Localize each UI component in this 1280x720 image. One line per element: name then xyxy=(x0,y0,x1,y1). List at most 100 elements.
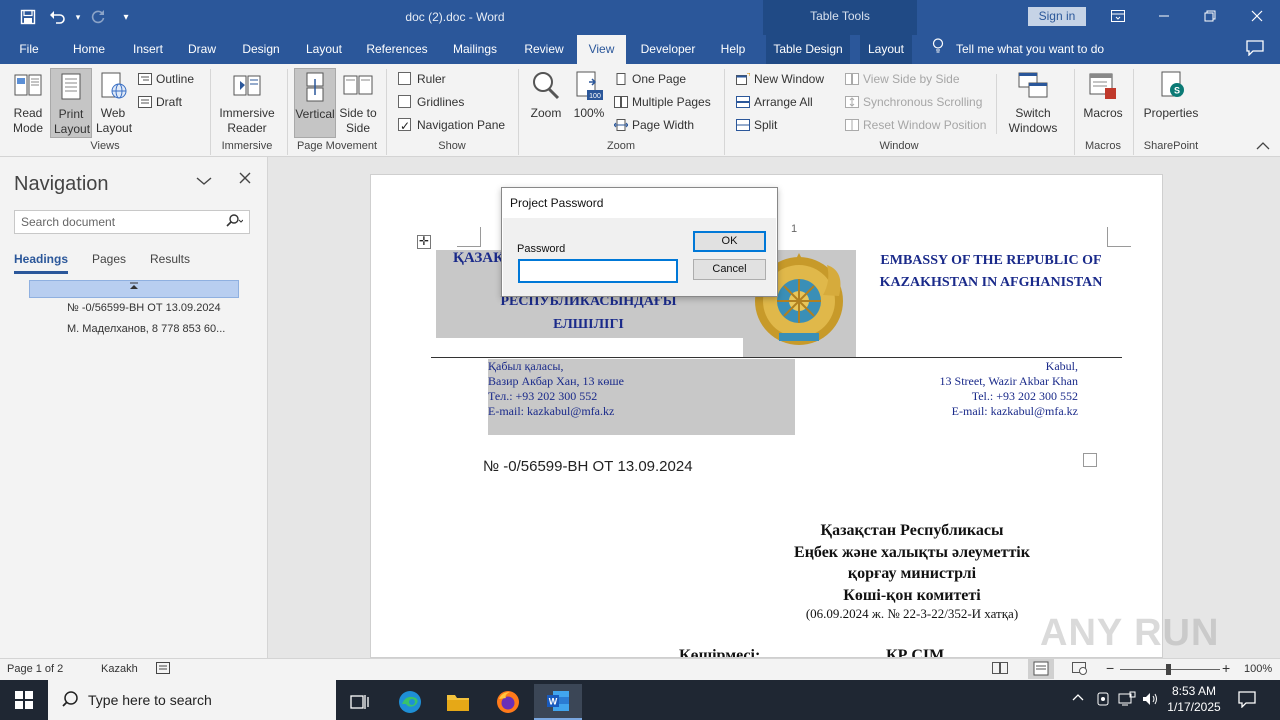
table-resize-handle-icon[interactable] xyxy=(1083,453,1097,467)
tab-table-layout[interactable]: Layout xyxy=(860,35,912,64)
vertical-button[interactable]: Vertical xyxy=(294,68,336,138)
redo-icon[interactable] xyxy=(86,6,110,28)
ruler-checkbox[interactable]: Ruler xyxy=(398,69,446,89)
tab-layout[interactable]: Layout xyxy=(300,35,348,64)
comments-icon[interactable] xyxy=(1246,40,1266,58)
pane-options-chevron-icon[interactable] xyxy=(196,173,212,189)
nav-heading-collapse-row[interactable] xyxy=(29,280,239,298)
collapse-ribbon-icon[interactable] xyxy=(1256,140,1270,154)
arrange-all-button[interactable]: Arrange All xyxy=(736,92,813,112)
ribbon-display-options-icon[interactable] xyxy=(1095,0,1141,32)
one-page-button[interactable]: One Page xyxy=(614,69,686,89)
side-to-side-icon xyxy=(342,70,374,102)
tab-insert[interactable]: Insert xyxy=(126,35,170,64)
nav-tab-results[interactable]: Results xyxy=(150,252,190,266)
tab-references[interactable]: References xyxy=(362,35,432,64)
word-taskbar-icon[interactable]: W xyxy=(534,684,582,720)
tab-view[interactable]: View xyxy=(577,35,626,64)
read-mode-button[interactable]: Read Mode xyxy=(6,68,50,138)
page-width-button[interactable]: Page Width xyxy=(613,115,694,135)
zoom-level[interactable]: 100% xyxy=(1244,663,1272,675)
clock-date: 1/17/2025 xyxy=(1167,700,1221,714)
side-to-side-button[interactable]: Side to Side xyxy=(338,68,378,138)
outline-button[interactable]: Outline xyxy=(138,69,194,89)
system-clock[interactable]: 8:53 AM 1/17/2025 xyxy=(1162,683,1226,715)
password-input[interactable] xyxy=(518,259,678,283)
reset-window-position-button[interactable]: Reset Window Position xyxy=(845,115,986,135)
nav-tab-pages[interactable]: Pages xyxy=(92,252,126,266)
tab-review[interactable]: Review xyxy=(518,35,570,64)
web-layout-button[interactable]: Web Layout xyxy=(92,68,134,138)
tab-developer[interactable]: Developer xyxy=(634,35,702,64)
nav-heading-item[interactable]: № -0/56599-ВН ОТ 13.09.2024 xyxy=(67,302,221,314)
firefox-icon[interactable] xyxy=(484,684,532,720)
collapse-triangle-icon[interactable] xyxy=(129,282,139,293)
tab-table-design[interactable]: Table Design xyxy=(766,35,850,64)
tab-help[interactable]: Help xyxy=(714,35,752,64)
web-layout-icon xyxy=(97,70,129,102)
search-document-input[interactable]: Search document xyxy=(14,210,250,234)
recipient-line: Қазақстан Республикасы xyxy=(820,522,1004,539)
tab-mailings[interactable]: Mailings xyxy=(446,35,504,64)
zoom-button[interactable]: Zoom xyxy=(526,68,566,138)
en-address: Kabul, 13 Street, Wazir Akbar Khan Tel.:… xyxy=(821,359,1078,419)
view-side-by-side-button[interactable]: View Side by Side xyxy=(845,69,960,89)
close-button[interactable] xyxy=(1234,0,1280,32)
kz-address-line: E-mail: kazkabul@mfa.kz xyxy=(488,404,615,418)
zoom-label: Zoom xyxy=(530,106,562,120)
start-button[interactable] xyxy=(0,680,48,720)
language-indicator[interactable]: Kazakh xyxy=(101,663,138,675)
nav-heading-item[interactable]: М. Маделханов, 8 778 853 60... xyxy=(67,323,225,335)
navigation-pane-checkbox[interactable]: Navigation Pane xyxy=(398,115,505,136)
taskbar-search-box[interactable]: Type here to search xyxy=(48,680,336,720)
customize-toolbar-icon[interactable]: ▾ xyxy=(114,6,138,28)
nav-tab-headings[interactable]: Headings xyxy=(14,252,69,274)
new-window-button[interactable]: New Window xyxy=(736,69,824,89)
table-move-handle-icon[interactable]: ✛ xyxy=(417,235,431,249)
close-pane-icon[interactable] xyxy=(238,171,252,190)
synchronous-scrolling-button[interactable]: Synchronous Scrolling xyxy=(845,92,982,112)
task-view-icon[interactable] xyxy=(336,684,384,720)
show-hidden-icons-chevron-icon[interactable] xyxy=(1072,691,1084,706)
properties-button[interactable]: S Properties xyxy=(1140,68,1202,138)
zoom-100-button[interactable]: 100 100% xyxy=(570,68,608,138)
notifications-icon[interactable] xyxy=(1238,690,1256,711)
zoom-slider-thumb[interactable] xyxy=(1166,664,1171,675)
tab-draw[interactable]: Draw xyxy=(182,35,222,64)
zoom-in-button[interactable]: + xyxy=(1222,660,1230,676)
tell-me-box[interactable]: Tell me what you want to do xyxy=(932,35,1104,64)
print-layout-button[interactable]: Print Layout xyxy=(50,68,92,138)
volume-icon[interactable] xyxy=(1142,691,1160,710)
security-shield-icon[interactable] xyxy=(1096,691,1110,710)
restore-button[interactable] xyxy=(1187,0,1233,32)
print-layout-view-icon[interactable] xyxy=(1028,659,1054,679)
network-icon[interactable] xyxy=(1118,691,1136,710)
search-icon[interactable] xyxy=(225,214,244,231)
file-explorer-icon[interactable] xyxy=(434,684,482,720)
cancel-button[interactable]: Cancel xyxy=(693,259,766,280)
zoom-out-button[interactable]: − xyxy=(1106,660,1114,676)
tab-home[interactable]: Home xyxy=(66,35,112,64)
save-icon[interactable] xyxy=(16,6,40,28)
web-layout-view-icon[interactable] xyxy=(1072,662,1088,678)
kz-address-line: Қабыл қаласы, xyxy=(488,359,564,373)
macros-button[interactable]: Macros xyxy=(1080,68,1126,138)
multiple-pages-button[interactable]: Multiple Pages xyxy=(614,92,711,112)
draft-button[interactable]: Draft xyxy=(138,92,182,112)
split-button[interactable]: Split xyxy=(736,115,777,135)
gridlines-checkbox[interactable]: Gridlines xyxy=(398,92,464,112)
kz-address-line: Вазир Акбар Хан, 13 көше xyxy=(488,374,624,388)
tab-file[interactable]: File xyxy=(8,35,50,64)
tab-design[interactable]: Design xyxy=(236,35,286,64)
minimize-button[interactable] xyxy=(1141,0,1187,32)
read-mode-view-icon[interactable] xyxy=(992,662,1008,677)
ok-button[interactable]: OK xyxy=(693,231,766,252)
edge-browser-icon[interactable] xyxy=(386,684,434,720)
proofing-icon[interactable] xyxy=(156,662,170,677)
switch-windows-button[interactable]: Switch Windows xyxy=(1002,68,1064,138)
en-address-line: Kabul, xyxy=(1045,359,1078,373)
sign-in-button[interactable]: Sign in xyxy=(1028,7,1086,26)
view-side-by-side-label: View Side by Side xyxy=(863,72,960,86)
immersive-reader-button[interactable]: Immersive Reader xyxy=(216,68,278,138)
page-count[interactable]: Page 1 of 2 xyxy=(7,663,63,675)
